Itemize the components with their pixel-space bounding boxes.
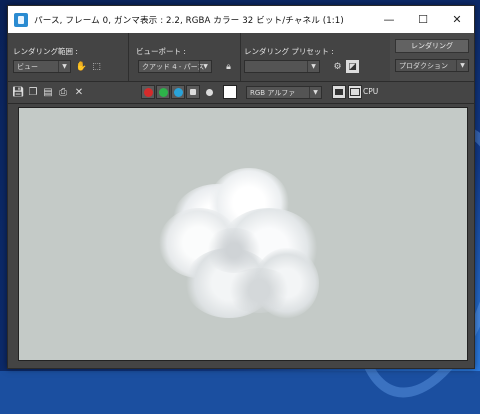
- chevron-down-icon: ▼: [456, 60, 468, 71]
- render-frame-window: パース, フレーム 0, ガンマ表示 : 2.2, RGBA カラー 32 ビッ…: [7, 5, 475, 369]
- render-controls-panel: レンダリング範囲 : ビュー ▼ ✋ ⬚ ビューポート : クアッド 4 - パ…: [8, 33, 474, 82]
- separator: [128, 33, 129, 81]
- render-area-value: ビュー: [17, 63, 38, 71]
- copy-icon[interactable]: ❐: [27, 86, 39, 98]
- production-value: プロダクション: [399, 62, 448, 70]
- chevron-down-icon: ▼: [309, 87, 321, 98]
- clone-icon[interactable]: ▤: [42, 86, 54, 98]
- blue-channel-button[interactable]: [171, 85, 185, 99]
- chevron-down-icon: ▼: [58, 61, 70, 72]
- chevron-down-icon: ▼: [307, 61, 319, 72]
- minimize-button[interactable]: —: [372, 6, 406, 33]
- green-channel-button[interactable]: [156, 85, 170, 99]
- app-icon: [14, 12, 28, 27]
- viewport-label: ビューポート :: [136, 47, 186, 56]
- alpha-channel-button[interactable]: [186, 85, 200, 99]
- render-viewport[interactable]: [18, 107, 468, 361]
- production-dropdown[interactable]: プロダクション ▼: [395, 59, 469, 72]
- environment-icon[interactable]: ⚙: [331, 60, 344, 73]
- title-bar[interactable]: パース, フレーム 0, ガンマ表示 : 2.2, RGBA カラー 32 ビッ…: [8, 6, 474, 33]
- preset-dropdown[interactable]: ▼: [244, 60, 320, 73]
- rendered-cloud: [19, 108, 467, 360]
- renderer-label: CPU: [363, 87, 379, 96]
- render-action-panel: レンダリング プロダクション ▼: [390, 33, 474, 81]
- window-controls: — ☐ ✕: [372, 6, 474, 33]
- render-setup-icon[interactable]: ◪: [346, 60, 359, 73]
- lock-icon[interactable]: 🔒︎: [222, 60, 235, 73]
- frame-window-icon[interactable]: [348, 85, 362, 99]
- render-area-label: レンダリング範囲 :: [13, 47, 78, 56]
- channel-display-value: RGB アルファ: [250, 89, 296, 97]
- window-title: パース, フレーム 0, ガンマ表示 : 2.2, RGBA カラー 32 ビッ…: [34, 15, 344, 26]
- auto-region-icon[interactable]: ✋: [75, 60, 88, 73]
- save-icon[interactable]: 💾︎: [12, 86, 25, 98]
- maximize-button[interactable]: ☐: [406, 6, 440, 33]
- frame-buffer-icon[interactable]: [332, 85, 346, 99]
- red-channel-button[interactable]: [141, 85, 155, 99]
- viewport-value: クアッド 4 - パース: [142, 63, 205, 71]
- mono-icon[interactable]: [203, 86, 215, 98]
- green-channel-icon: [158, 87, 168, 97]
- render-button[interactable]: レンダリング: [395, 39, 469, 53]
- region-icon[interactable]: ⬚: [90, 60, 103, 73]
- alpha-channel-icon: [190, 89, 196, 95]
- blue-channel-icon: [173, 87, 183, 97]
- render-area-dropdown[interactable]: ビュー ▼: [13, 60, 71, 73]
- viewport-dropdown[interactable]: クアッド 4 - パース ▼: [138, 60, 212, 73]
- print-icon[interactable]: ⎙: [57, 86, 69, 98]
- chevron-down-icon: ▼: [199, 61, 211, 72]
- channel-display-dropdown[interactable]: RGB アルファ ▼: [246, 86, 322, 99]
- close-button[interactable]: ✕: [440, 6, 474, 33]
- frame-buffer-toolbar: 💾︎ ❐ ▤ ⎙ ✕ RGB アルファ ▼ CPU: [8, 82, 474, 104]
- clear-icon[interactable]: ✕: [73, 86, 85, 98]
- red-channel-icon: [143, 87, 153, 97]
- white-swatch[interactable]: [223, 85, 237, 99]
- preset-label: レンダリング プリセット :: [244, 47, 334, 56]
- separator: [240, 33, 241, 81]
